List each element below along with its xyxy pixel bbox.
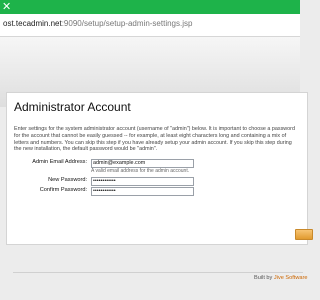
url-text[interactable]: ost.tecadmin.net:9090/setup/setup-admin-… — [3, 19, 192, 28]
footer-divider — [13, 272, 303, 273]
admin-account-panel: Administrator Account Enter settings for… — [6, 92, 313, 245]
footer-credit: Built by Jive Software — [254, 275, 307, 281]
page-title: Administrator Account — [14, 100, 131, 114]
continue-button[interactable] — [295, 229, 313, 240]
confirm-password-label: Confirm Password: — [39, 187, 87, 193]
close-tab-icon[interactable]: ✕ — [2, 1, 11, 13]
email-label: Admin Email Address: — [32, 159, 87, 165]
footer-built-by: Built by — [254, 275, 274, 281]
url-path: :9090/setup/setup-admin-settings.jsp — [61, 19, 193, 28]
email-help-text: A valid email address for the admin acco… — [91, 168, 190, 174]
address-bar[interactable]: ost.tecadmin.net:9090/setup/setup-admin-… — [0, 14, 300, 37]
new-password-label: New Password: — [48, 177, 87, 183]
jive-software-link[interactable]: Jive Software — [274, 275, 308, 281]
url-host: ost.tecadmin.net — [3, 19, 62, 28]
confirm-password-field[interactable]: •••••••••••• — [91, 187, 194, 196]
new-password-field[interactable]: •••••••••••• — [91, 177, 194, 186]
panel-description: Enter settings for the system administra… — [14, 126, 295, 153]
email-field[interactable]: admin@example.com — [91, 159, 194, 168]
browser-top-bar: ✕ — [0, 0, 300, 14]
